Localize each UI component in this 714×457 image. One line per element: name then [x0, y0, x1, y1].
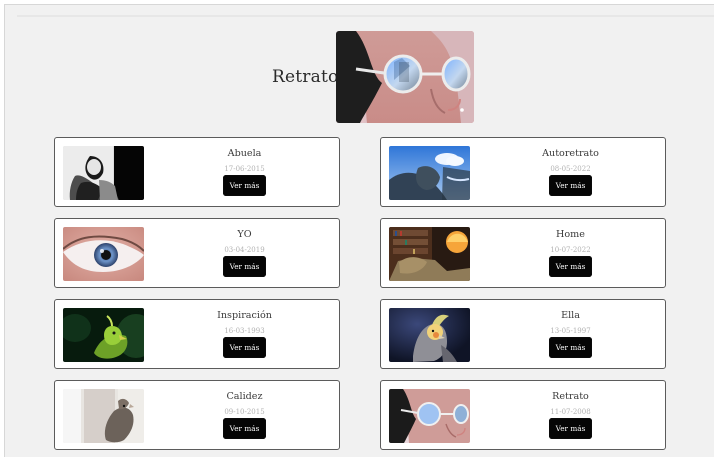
photo-retrato-thumbnail — [389, 389, 470, 443]
ver-mas-button[interactable]: Ver más — [549, 337, 592, 358]
ver-mas-button[interactable]: Ver más — [223, 418, 266, 439]
hero-section: Retrato — [5, 31, 714, 123]
card-title: Autoretrato — [542, 148, 599, 159]
ver-mas-button[interactable]: Ver más — [223, 337, 266, 358]
card-title: Inspiración — [217, 310, 272, 321]
card-date: 13-05-1997 — [550, 327, 591, 335]
card-date: 08-05-2022 — [550, 165, 591, 173]
card-date: 09-10-2015 — [224, 408, 265, 416]
card-content-yo: YO 03-04-2019 Ver más — [150, 228, 339, 279]
photo-calidez-thumbnail — [63, 389, 144, 443]
card-title: Abuela — [227, 148, 262, 159]
page-frame: Retrato Abuela 17-06-2015 Ver más Autore… — [4, 4, 714, 457]
card-title: YO — [237, 229, 252, 240]
card-title: Ella — [561, 310, 580, 321]
ver-mas-button[interactable]: Ver más — [549, 256, 592, 277]
ver-mas-button[interactable]: Ver más — [549, 418, 592, 439]
ver-mas-button[interactable]: Ver más — [223, 175, 266, 196]
card-date: 16-03-1993 — [224, 327, 265, 335]
gallery-card-abuela: Abuela 17-06-2015 Ver más — [54, 137, 340, 207]
card-date: 03-04-2019 — [224, 246, 265, 254]
card-content-inspiracion: Inspiración 16-03-1993 Ver más — [150, 309, 339, 360]
card-date: 10-07-2022 — [550, 246, 591, 254]
card-content-ella: Ella 13-05-1997 Ver más — [476, 309, 665, 360]
card-title: Retrato — [552, 391, 589, 402]
card-content-home: Home 10-07-2022 Ver más — [476, 228, 665, 279]
gallery-card-calidez: Calidez 09-10-2015 Ver más — [54, 380, 340, 450]
gallery-grid: Abuela 17-06-2015 Ver más Autoretrato 08… — [54, 137, 666, 455]
gallery-card-ella: Ella 13-05-1997 Ver más — [380, 299, 666, 369]
gallery-card-autoretrato: Autoretrato 08-05-2022 Ver más — [380, 137, 666, 207]
photo-inspiracion-thumbnail — [63, 308, 144, 362]
photo-autoretrato-thumbnail — [389, 146, 470, 200]
card-title: Home — [556, 229, 585, 240]
photo-home-thumbnail — [389, 227, 470, 281]
gallery-card-yo: YO 03-04-2019 Ver más — [54, 218, 340, 288]
card-date: 17-06-2015 — [224, 165, 265, 173]
card-content-calidez: Calidez 09-10-2015 Ver más — [150, 390, 339, 441]
card-content-abuela: Abuela 17-06-2015 Ver más — [150, 147, 339, 198]
hero-title: Retrato — [272, 67, 339, 87]
card-title: Calidez — [226, 391, 263, 402]
gallery-card-inspiracion: Inspiración 16-03-1993 Ver más — [54, 299, 340, 369]
photo-yo-thumbnail — [63, 227, 144, 281]
card-content-autoretrato: Autoretrato 08-05-2022 Ver más — [476, 147, 665, 198]
gallery-card-retrato: Retrato 11-07-2008 Ver más — [380, 380, 666, 450]
photo-ella-thumbnail — [389, 308, 470, 362]
gallery-card-home: Home 10-07-2022 Ver más — [380, 218, 666, 288]
card-content-retrato: Retrato 11-07-2008 Ver más — [476, 390, 665, 441]
card-date: 11-07-2008 — [550, 408, 591, 416]
ver-mas-button[interactable]: Ver más — [549, 175, 592, 196]
hero-image — [336, 31, 474, 123]
photo-abuela-thumbnail — [63, 146, 144, 200]
ver-mas-button[interactable]: Ver más — [223, 256, 266, 277]
top-strip — [17, 15, 714, 17]
